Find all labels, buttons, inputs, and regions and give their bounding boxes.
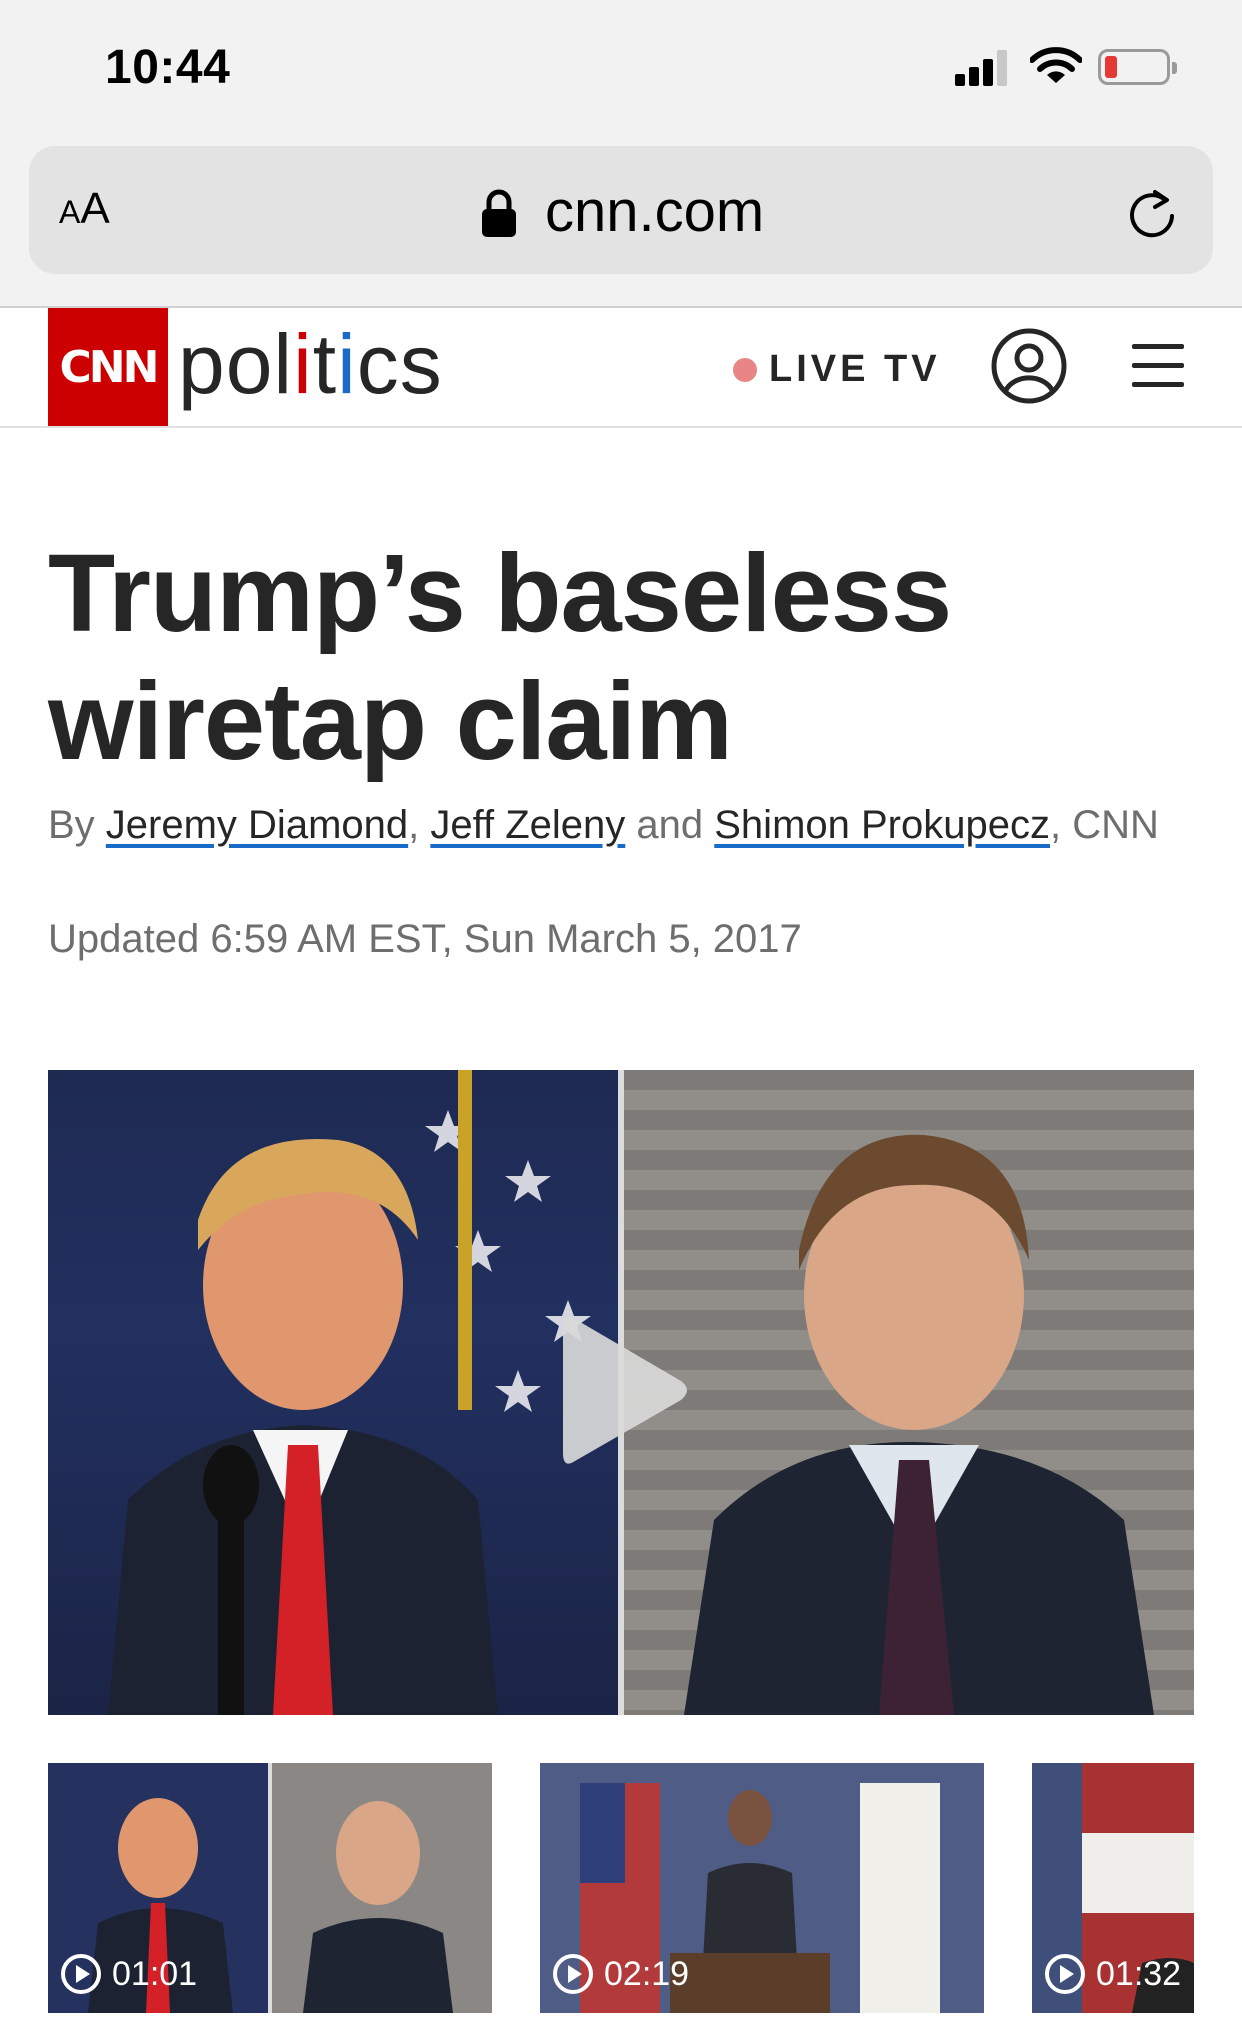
play-circle-icon (1045, 1954, 1085, 1994)
author-link[interactable]: Jeremy Diamond (106, 803, 408, 847)
live-tv-link[interactable]: LIVE TV (733, 348, 941, 391)
video-thumbnail[interactable]: 01:01 (48, 1763, 492, 2013)
wifi-icon (1030, 47, 1082, 83)
text-size-button[interactable]: AA (59, 184, 110, 234)
live-dot-icon (733, 357, 757, 382)
author-link[interactable]: Jeff Zeleny (430, 803, 625, 847)
cnn-logo[interactable]: CNN (48, 308, 168, 426)
account-icon[interactable] (990, 327, 1068, 405)
reload-icon[interactable] (1125, 186, 1181, 242)
video-duration: 01:01 (60, 1953, 197, 1995)
video-thumbnail[interactable]: 01:32 (1032, 1763, 1194, 2013)
play-icon[interactable] (553, 1305, 693, 1475)
video-duration: 02:19 (552, 1953, 689, 1995)
video-thumbnail[interactable]: 02:19 (540, 1763, 984, 2013)
video-player[interactable] (48, 1070, 1194, 1715)
site-header: CNN politics LIVE TV (0, 308, 1242, 428)
status-bar: 10:44 (0, 0, 1242, 140)
browser-toolbar: AA cnn.com (0, 140, 1242, 308)
menu-icon[interactable] (1132, 340, 1184, 392)
video-duration: 01:32 (1044, 1953, 1181, 1995)
section-title[interactable]: politics (178, 316, 443, 413)
status-time: 10:44 (105, 41, 231, 94)
author-link[interactable]: Shimon Prokupecz (714, 803, 1050, 847)
live-tv-label: LIVE TV (769, 348, 941, 390)
address-bar[interactable]: AA cnn.com (29, 146, 1213, 274)
article-headline: Trump’s baseless wiretap claim (48, 532, 952, 783)
byline: By Jeremy Diamond, Jeff Zeleny and Shimo… (48, 803, 1159, 847)
updated-timestamp: Updated 6:59 AM EST, Sun March 5, 2017 (48, 917, 802, 961)
video-still-right (624, 1070, 1194, 1715)
url-domain: cnn.com (545, 179, 765, 244)
lock-icon (482, 189, 516, 237)
play-circle-icon (61, 1954, 101, 1994)
battery-icon (1098, 49, 1177, 85)
play-circle-icon (553, 1954, 593, 1994)
cellular-signal-icon (955, 50, 1011, 86)
video-still-left (48, 1070, 618, 1715)
